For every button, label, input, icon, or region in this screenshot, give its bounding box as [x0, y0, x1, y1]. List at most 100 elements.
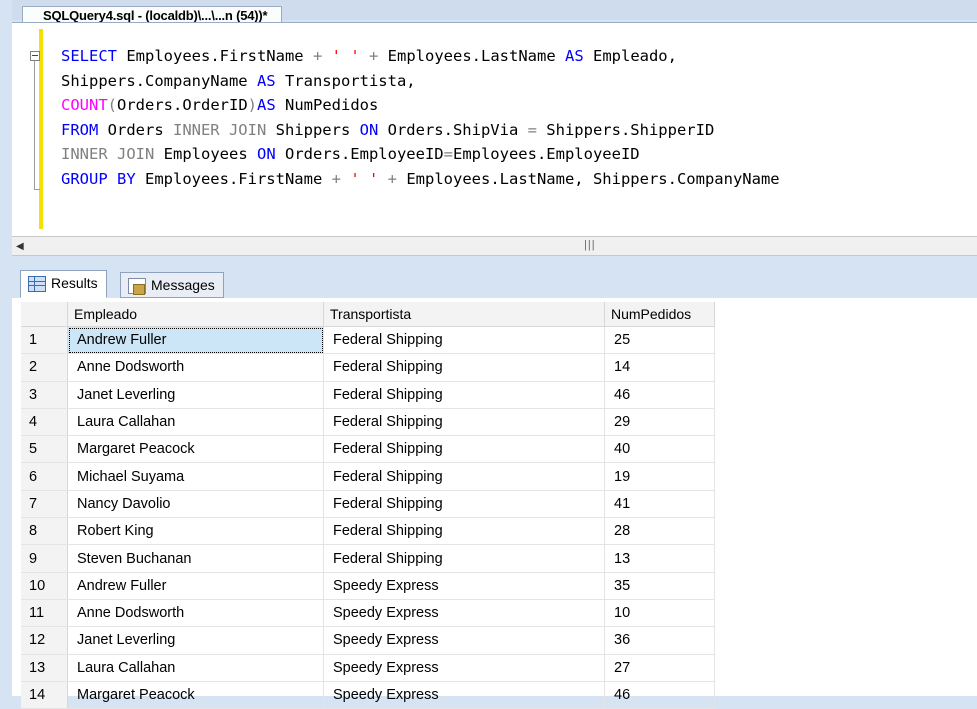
- table-row[interactable]: 6 Michael Suyama Federal Shipping 19: [21, 462, 715, 491]
- empleado-cell[interactable]: Andrew Fuller: [67, 572, 324, 600]
- scroll-grip-icon[interactable]: |||: [584, 239, 596, 251]
- numpedidos-cell[interactable]: 46: [604, 681, 715, 709]
- transportista-cell[interactable]: Federal Shipping: [323, 381, 605, 409]
- table-row[interactable]: 9 Steven Buchanan Federal Shipping 13: [21, 544, 715, 573]
- table-row[interactable]: 13 Laura Callahan Speedy Express 27: [21, 654, 715, 682]
- tab-messages[interactable]: Messages: [120, 272, 224, 298]
- table-row[interactable]: 12 Janet Leverling Speedy Express 36: [21, 626, 715, 655]
- column-header-numpedidos[interactable]: NumPedidos: [604, 302, 715, 327]
- numpedidos-cell[interactable]: 27: [604, 654, 715, 682]
- empleado-cell[interactable]: Anne Dodsworth: [67, 599, 324, 628]
- empleado-cell[interactable]: Andrew Fuller: [67, 326, 324, 355]
- numpedidos-cell[interactable]: 13: [604, 544, 715, 573]
- row-number-cell[interactable]: 11: [21, 599, 68, 628]
- empleado-cell[interactable]: Laura Callahan: [67, 654, 324, 682]
- row-number-cell[interactable]: 4: [21, 408, 68, 437]
- numpedidos-cell[interactable]: 14: [604, 353, 715, 382]
- outline-line: [34, 61, 35, 189]
- grid-body: 1 Andrew Fuller Federal Shipping 25 2 Anne Do…: [21, 326, 715, 709]
- empleado-cell[interactable]: Janet Leverling: [67, 381, 324, 409]
- row-number-cell[interactable]: 12: [21, 626, 68, 655]
- transportista-cell[interactable]: Speedy Express: [323, 599, 605, 628]
- transportista-cell[interactable]: Federal Shipping: [323, 462, 605, 491]
- table-row[interactable]: 7 Nancy Davolio Federal Shipping 41: [21, 490, 715, 519]
- column-header-empleado[interactable]: Empleado: [67, 302, 324, 327]
- outline-end: [34, 189, 40, 190]
- numpedidos-cell[interactable]: 19: [604, 462, 715, 491]
- empleado-cell[interactable]: Margaret Peacock: [67, 681, 324, 709]
- numpedidos-cell[interactable]: 10: [604, 599, 715, 628]
- empleado-cell[interactable]: Laura Callahan: [67, 408, 324, 437]
- transportista-cell[interactable]: Speedy Express: [323, 654, 605, 682]
- document-tab-bar: SQLQuery4.sql - (localdb)\...\...n (54))…: [12, 0, 977, 25]
- transportista-cell[interactable]: Federal Shipping: [323, 435, 605, 464]
- numpedidos-cell[interactable]: 25: [604, 326, 715, 355]
- numpedidos-cell[interactable]: 46: [604, 381, 715, 409]
- scroll-left-icon[interactable]: ◀: [16, 241, 24, 252]
- row-number-cell[interactable]: 2: [21, 353, 68, 382]
- numpedidos-cell[interactable]: 40: [604, 435, 715, 464]
- messages-icon: [128, 278, 146, 295]
- grid-header-row: Empleado Transportista NumPedidos: [21, 302, 715, 327]
- table-row[interactable]: 2 Anne Dodsworth Federal Shipping 14: [21, 353, 715, 382]
- horizontal-scrollbar[interactable]: ◀ |||: [12, 236, 977, 256]
- code-line-2: Shippers.CompanyName AS Transportista,: [61, 71, 416, 90]
- empleado-cell[interactable]: Anne Dodsworth: [67, 353, 324, 382]
- transportista-cell[interactable]: Federal Shipping: [323, 544, 605, 573]
- row-number-cell[interactable]: 5: [21, 435, 68, 464]
- table-row[interactable]: 14 Margaret Peacock Speedy Express 46: [21, 681, 715, 709]
- query-editor[interactable]: SELECT Employees.FirstName + ' ' + Emplo…: [12, 22, 977, 237]
- code-line-4: FROM Orders INNER JOIN Shippers ON Order…: [61, 120, 715, 139]
- ssms-window: SQLQuery4.sql - (localdb)\...\...n (54))…: [12, 0, 977, 709]
- grid-icon: [28, 276, 46, 292]
- table-row[interactable]: 1 Andrew Fuller Federal Shipping 25: [21, 326, 715, 355]
- row-number-cell[interactable]: 3: [21, 381, 68, 409]
- transportista-cell[interactable]: Speedy Express: [323, 681, 605, 709]
- row-number-cell[interactable]: 1: [21, 326, 68, 355]
- empleado-cell[interactable]: Nancy Davolio: [67, 490, 324, 519]
- table-row[interactable]: 4 Laura Callahan Federal Shipping 29: [21, 408, 715, 437]
- column-header-transportista[interactable]: Transportista: [323, 302, 605, 327]
- transportista-cell[interactable]: Speedy Express: [323, 626, 605, 655]
- row-number-header[interactable]: [21, 302, 68, 327]
- row-number-cell[interactable]: 9: [21, 544, 68, 573]
- numpedidos-cell[interactable]: 35: [604, 572, 715, 600]
- table-row[interactable]: 8 Robert King Federal Shipping 28: [21, 517, 715, 546]
- table-row[interactable]: 11 Anne Dodsworth Speedy Express 10: [21, 599, 715, 628]
- row-number-cell[interactable]: 7: [21, 490, 68, 519]
- row-number-cell[interactable]: 10: [21, 572, 68, 600]
- tab-results-label: Results: [51, 275, 98, 291]
- code-line-1: SELECT Employees.FirstName + ' ' + Emplo…: [61, 47, 677, 65]
- transportista-cell[interactable]: Federal Shipping: [323, 408, 605, 437]
- empleado-cell[interactable]: Robert King: [67, 517, 324, 546]
- sql-code[interactable]: SELECT Employees.FirstName + ' ' + Emplo…: [61, 44, 780, 191]
- transportista-cell[interactable]: Federal Shipping: [323, 326, 605, 355]
- empleado-cell[interactable]: Janet Leverling: [67, 626, 324, 655]
- transportista-cell[interactable]: Federal Shipping: [323, 517, 605, 546]
- code-line-3: COUNT(Orders.OrderID)AS NumPedidos: [61, 96, 379, 114]
- table-row[interactable]: 10 Andrew Fuller Speedy Express 35: [21, 572, 715, 600]
- results-tab-bar: Results Messages: [12, 264, 977, 299]
- table-row[interactable]: 3 Janet Leverling Federal Shipping 46: [21, 381, 715, 409]
- numpedidos-cell[interactable]: 41: [604, 490, 715, 519]
- table-row[interactable]: 5 Margaret Peacock Federal Shipping 40: [21, 435, 715, 464]
- tab-results[interactable]: Results: [20, 270, 107, 298]
- numpedidos-cell[interactable]: 36: [604, 626, 715, 655]
- transportista-cell[interactable]: Federal Shipping: [323, 353, 605, 382]
- row-number-cell[interactable]: 8: [21, 517, 68, 546]
- transportista-cell[interactable]: Federal Shipping: [323, 490, 605, 519]
- tab-messages-label: Messages: [151, 277, 215, 293]
- transportista-cell[interactable]: Speedy Express: [323, 572, 605, 600]
- empleado-cell[interactable]: Michael Suyama: [67, 462, 324, 491]
- numpedidos-cell[interactable]: 28: [604, 517, 715, 546]
- numpedidos-cell[interactable]: 29: [604, 408, 715, 437]
- empleado-cell[interactable]: Margaret Peacock: [67, 435, 324, 464]
- code-line-5: INNER JOIN Employees ON Orders.EmployeeI…: [61, 145, 640, 163]
- row-number-cell[interactable]: 14: [21, 681, 68, 709]
- row-number-cell[interactable]: 13: [21, 654, 68, 682]
- collapse-icon[interactable]: [30, 51, 40, 61]
- row-number-cell[interactable]: 6: [21, 462, 68, 491]
- results-grid-panel: Empleado Transportista NumPedidos 1 Andre…: [12, 298, 977, 709]
- empleado-cell[interactable]: Steven Buchanan: [67, 544, 324, 573]
- results-grid: Empleado Transportista NumPedidos 1 Andre…: [21, 302, 715, 709]
